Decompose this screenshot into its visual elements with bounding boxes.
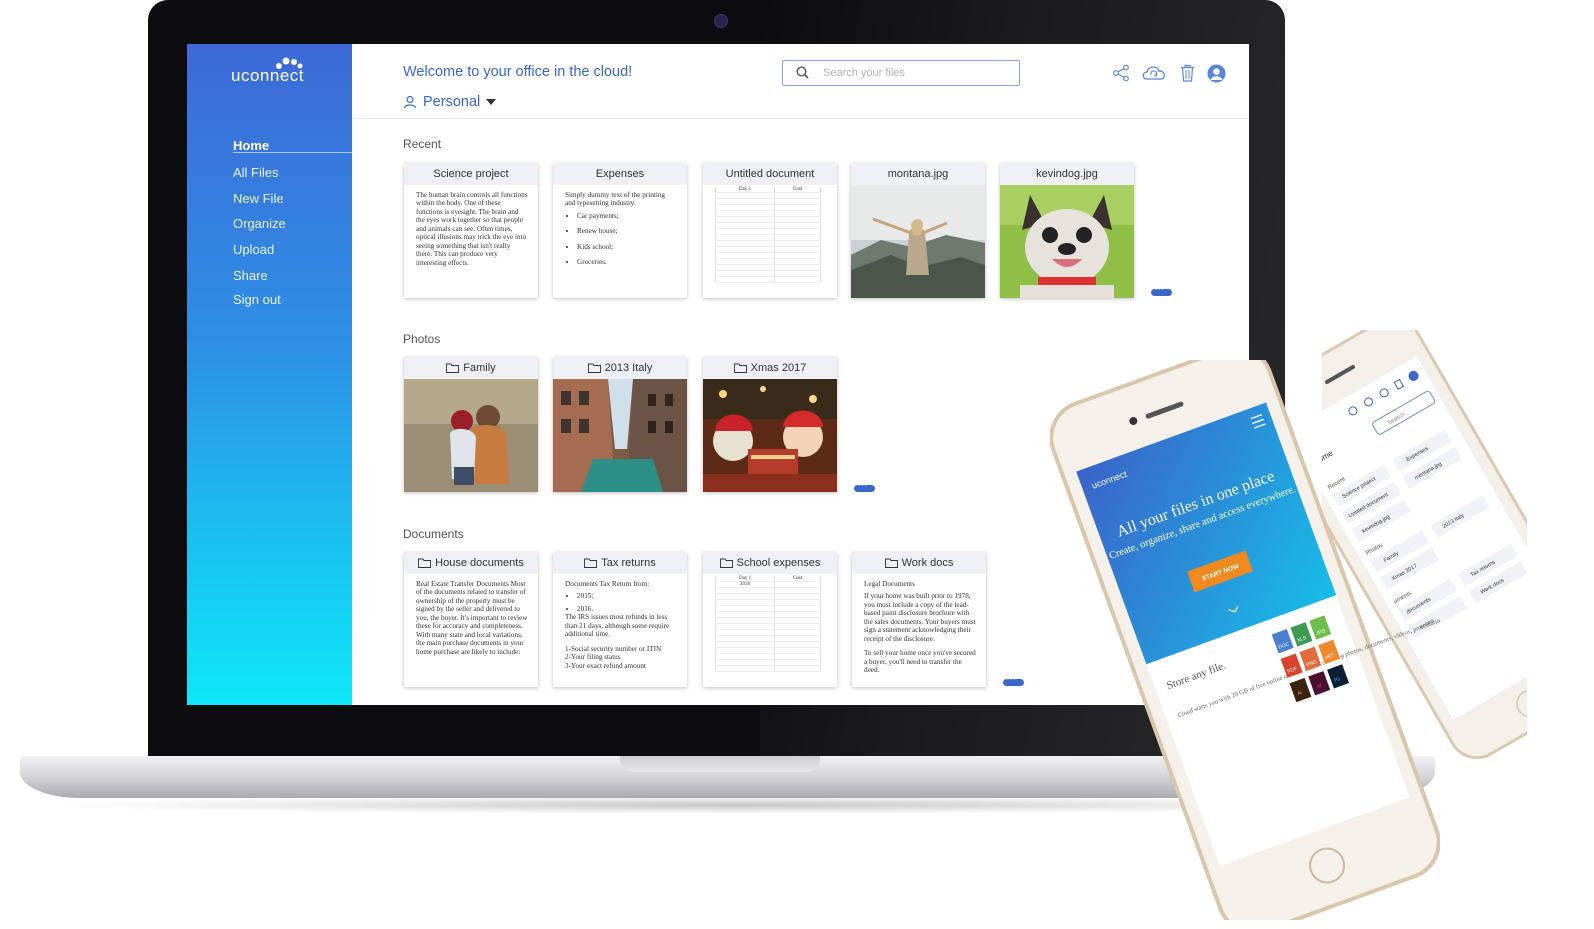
card-preview-text: Documents Tax Return from: <box>565 580 650 588</box>
file-card-kevindog[interactable]: kevindog.jpg <box>1000 163 1134 298</box>
active-underline <box>233 152 352 153</box>
sidebar-item-all-files[interactable]: All Files <box>233 165 279 180</box>
spreadsheet-preview: Day 1 Cost <box>714 187 821 283</box>
folder-card-2013-italy[interactable]: 2013 Italy <box>553 357 687 492</box>
card-title: Expenses <box>553 163 687 185</box>
card-title: Untitled document <box>703 163 837 185</box>
card-title: kevindog.jpg <box>1000 163 1134 185</box>
card-preview: Legal Documents If your home was built p… <box>852 574 986 675</box>
account-selector[interactable]: Personal <box>403 94 497 110</box>
card-preview-text: If your home was built prior to 1978, yo… <box>864 592 976 643</box>
card-preview: Simply dummy text of the printing and ty… <box>553 185 687 267</box>
section-title-documents: Documents <box>403 527 464 541</box>
folder-icon <box>584 558 598 568</box>
section-title-recent: Recent <box>403 137 442 151</box>
photo-thumbnail-xmas <box>703 379 837 492</box>
card-preview: Documents Tax Return from: 2015; 2016. T… <box>553 574 687 670</box>
folder-icon <box>719 558 733 568</box>
folder-label: Xmas 2017 <box>750 362 807 374</box>
share-icon[interactable] <box>1112 64 1130 82</box>
card-preview-text: The IRS issues most refunds in less than… <box>565 613 670 639</box>
cloud-sync-icon[interactable] <box>1140 62 1168 84</box>
card-title: Tax returns <box>553 552 687 574</box>
search-input[interactable] <box>821 63 1010 83</box>
search-icon <box>796 66 809 79</box>
user-outline-icon <box>403 95 417 109</box>
card-title: Family <box>404 357 538 379</box>
laptop-notch <box>620 756 820 772</box>
folder-label: House documents <box>435 557 524 569</box>
spreadsheet-preview: Day 1 Cost 2018 <box>714 576 821 672</box>
page-title: Welcome to your office in the cloud! <box>403 64 633 80</box>
more-documents-button[interactable] <box>1003 676 1024 686</box>
folder-icon <box>733 363 747 373</box>
folder-icon <box>884 558 898 568</box>
card-title: montana.jpg <box>851 163 985 185</box>
card-title: House documents <box>404 552 538 574</box>
list-item: Car payments; <box>577 212 677 220</box>
search-box[interactable] <box>782 60 1020 86</box>
photo-thumbnail-family <box>404 379 538 492</box>
sidebar: uconnect Home All Files New File Organiz… <box>187 44 352 705</box>
folder-label: Family <box>463 362 496 374</box>
card-preview-text: Legal Documents <box>864 580 915 588</box>
sidebar-item-sign-out[interactable]: Sign out <box>233 292 281 307</box>
folder-card-work-docs[interactable]: Work docs Legal Documents If your home w… <box>852 552 986 687</box>
folder-card-xmas-2017[interactable]: Xmas 2017 <box>703 357 837 492</box>
photo-thumbnail-montana <box>851 185 985 298</box>
folder-card-tax-returns[interactable]: Tax returns Documents Tax Return from: 2… <box>553 552 687 687</box>
card-preview-text: The human brain controls all functions w… <box>416 191 528 267</box>
list-item: Groceries. <box>577 258 677 266</box>
file-card-science-project[interactable]: Science project The human brain controls… <box>404 163 538 298</box>
folder-label: 2013 Italy <box>604 362 653 374</box>
header-divider <box>352 118 1249 119</box>
card-preview-text: Real Estate Transfer Documents Most of t… <box>416 580 528 656</box>
list-item: 2015; <box>577 592 677 600</box>
card-title: 2013 Italy <box>553 357 687 379</box>
user-avatar-icon[interactable] <box>1207 64 1226 83</box>
file-card-montana[interactable]: montana.jpg <box>851 163 985 298</box>
trash-icon[interactable] <box>1180 64 1195 82</box>
folder-label: School expenses <box>736 557 821 569</box>
card-preview-text: 1-Social security number or ITIN <box>565 644 662 653</box>
sidebar-item-new-file[interactable]: New File <box>233 191 284 206</box>
account-label: Personal <box>423 94 481 110</box>
folder-icon <box>587 363 601 373</box>
photo-thumbnail-kevindog <box>1000 185 1134 298</box>
card-title: Work docs <box>852 552 986 574</box>
card-title: School expenses <box>703 552 837 574</box>
chevron-down-icon <box>486 99 497 105</box>
section-title-photos: Photos <box>403 332 441 346</box>
card-title: Xmas 2017 <box>703 357 837 379</box>
card-preview-text: To sell your home once you've secured a … <box>864 649 976 675</box>
more-photos-button[interactable] <box>854 482 875 492</box>
card-preview-text: 2-Your filing status <box>565 653 621 662</box>
app-logo: uconnect <box>231 66 304 85</box>
folder-label: Tax returns <box>601 557 656 569</box>
list-item: 2016. <box>577 605 677 613</box>
list-item: Kids school; <box>577 243 677 251</box>
phone-front-mockup: uconnect All your files in one place Cre… <box>1050 360 1440 920</box>
more-recent-button[interactable] <box>1151 286 1172 296</box>
folder-card-family[interactable]: Family <box>404 357 538 492</box>
folder-card-school-expenses[interactable]: School expenses Day 1 Cost 2018 <box>703 552 837 687</box>
folder-label: Work docs <box>901 557 954 569</box>
file-card-untitled-document[interactable]: Untitled document Day 1 Cost <box>703 163 837 298</box>
folder-icon <box>446 363 460 373</box>
folder-icon <box>418 558 432 568</box>
sidebar-item-home[interactable]: Home <box>233 138 269 153</box>
webcam <box>714 14 728 28</box>
list-item: Renew house; <box>577 227 677 235</box>
sidebar-item-upload[interactable]: Upload <box>233 242 274 257</box>
sidebar-item-share[interactable]: Share <box>233 268 268 283</box>
photo-thumbnail-italy <box>553 379 687 492</box>
file-card-expenses[interactable]: Expenses Simply dummy text of the printi… <box>553 163 687 298</box>
card-title: Science project <box>404 163 538 185</box>
sidebar-item-organize[interactable]: Organize <box>233 216 286 231</box>
card-preview-text: Simply dummy text of the printing and ty… <box>565 191 666 208</box>
folder-card-house-documents[interactable]: House documents Real Estate Transfer Doc… <box>404 552 538 687</box>
card-preview-text: 3-Your exact refund amount <box>565 661 646 670</box>
